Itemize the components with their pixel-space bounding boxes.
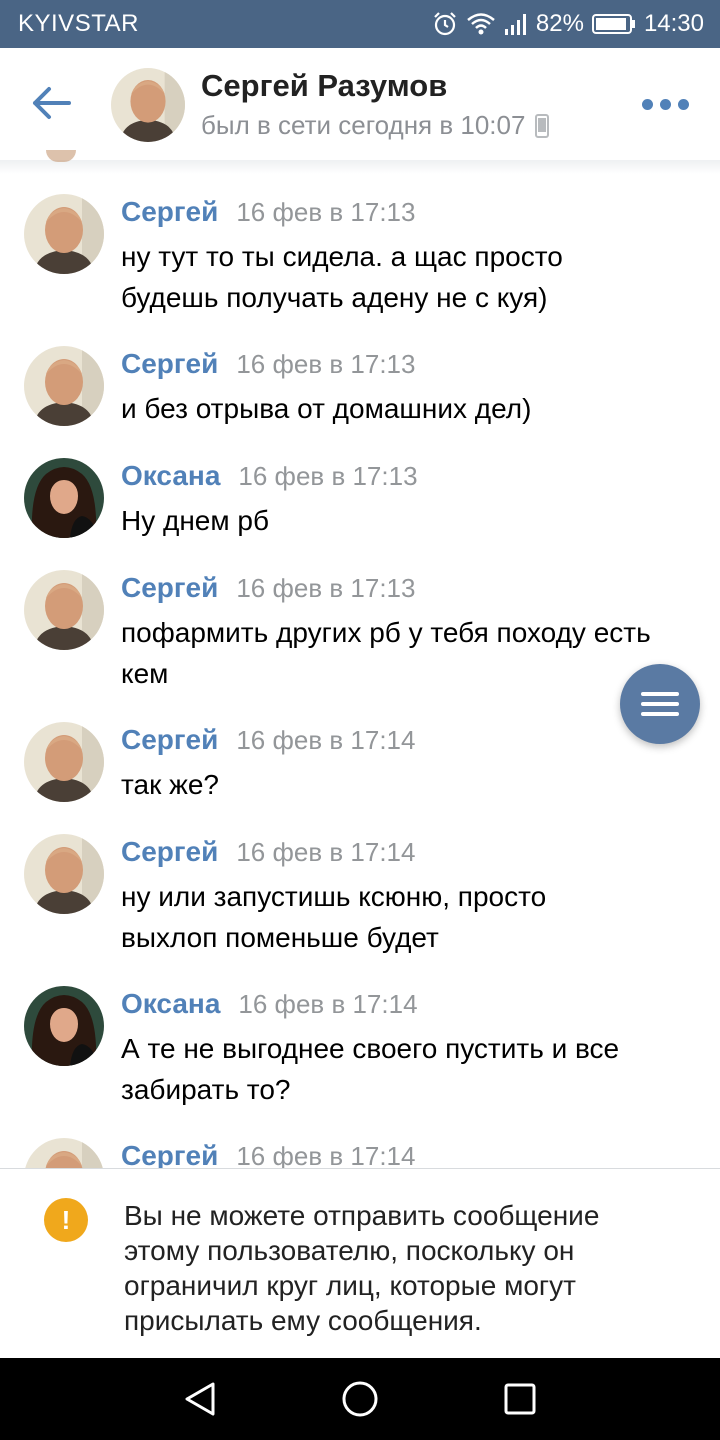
message-meta: Оксана 16 фев в 17:13 — [121, 460, 418, 492]
sergey-avatar[interactable] — [24, 346, 104, 426]
message-author[interactable]: Сергей — [121, 724, 218, 756]
message-text: Ну днем рб — [121, 500, 701, 541]
status-bar: KYIVSTAR 82% 14:30 — [0, 0, 720, 48]
hamburger-icon-line — [641, 702, 679, 706]
message-author[interactable]: Оксана — [121, 988, 220, 1020]
message-author[interactable]: Оксана — [121, 460, 220, 492]
last-seen-text: был в сети сегодня в 10:07 — [201, 110, 526, 140]
message-line: так же? — [121, 769, 219, 800]
notice-line: этому пользователю, поскольку он — [124, 1235, 575, 1266]
contact-name: Сергей Разумов — [201, 68, 448, 103]
message-line: кем — [121, 658, 169, 689]
hamburger-icon-line — [641, 692, 679, 696]
message-author[interactable]: Сергей — [121, 196, 218, 228]
nav-recents-button[interactable] — [500, 1379, 540, 1419]
message-line: и без отрыва от домашних дел) — [121, 393, 532, 424]
message-time: 16 фев в 17:13 — [236, 197, 416, 227]
oksana-avatar[interactable] — [24, 458, 104, 538]
message-time: 16 фев в 17:13 — [236, 349, 416, 379]
message-list[interactable]: Сергей 16 фев в 17:13 ну тут то ты сидел… — [0, 174, 720, 1168]
sergey-avatar[interactable] — [24, 194, 104, 274]
header-shadow — [0, 160, 720, 174]
notice-line: ограничил круг лиц, которые могут — [124, 1270, 576, 1301]
message-line: Ну днем рб — [121, 505, 270, 536]
cannot-send-notice: ! Вы не можете отправить сообщение этому… — [0, 1168, 720, 1358]
menu-fab-button[interactable] — [620, 664, 700, 744]
nav-home-button[interactable] — [340, 1379, 380, 1419]
message-meta: Сергей 16 фев в 17:13 — [121, 572, 415, 604]
message-text: ну тут то ты сидела. а щас просто будешь… — [121, 236, 701, 318]
oksana-avatar[interactable] — [24, 986, 104, 1066]
message-line: ну тут то ты сидела. а щас просто — [121, 241, 563, 272]
message-text: так же? — [121, 764, 701, 805]
more-dot — [659, 98, 671, 110]
message-author[interactable]: Сергей — [121, 572, 218, 604]
message-meta: Сергей 16 фев в 17:14 — [121, 836, 415, 868]
carrier-label: KYIVSTAR — [18, 10, 139, 37]
nav-back-button[interactable] — [180, 1379, 220, 1419]
message-text: А те не выгоднее своего пустить и все за… — [121, 1028, 701, 1110]
warning-icon: ! — [44, 1198, 88, 1242]
back-button[interactable] — [26, 80, 76, 126]
status-indicators: 82% 14:30 — [432, 8, 704, 40]
battery-percent: 82% — [535, 10, 584, 37]
chat-header: Сергей Разумов был в сети сегодня в 10:0… — [0, 48, 720, 160]
message-time: 16 фев в 17:13 — [238, 461, 418, 491]
sergey-avatar[interactable] — [24, 570, 104, 650]
home-circle-icon — [342, 1381, 378, 1417]
notice-text: Вы не можете отправить сообщение этому п… — [124, 1198, 684, 1338]
message-line: выхлоп поменьше будет — [121, 922, 439, 953]
message-text: и без отрыва от домашних дел) — [121, 388, 701, 429]
message-meta: Сергей 16 фев в 17:13 — [121, 196, 415, 228]
sergey-avatar[interactable] — [24, 834, 104, 914]
contact-online-status: был в сети сегодня в 10:07 — [201, 110, 550, 141]
message-meta: Сергей 16 фев в 17:14 — [121, 1140, 415, 1168]
more-dot — [641, 98, 653, 110]
sergey-avatar[interactable] — [24, 1138, 104, 1168]
notice-line: присылать ему сообщения. — [124, 1305, 482, 1336]
message-text: пофармить других рб у тебя походу есть к… — [121, 612, 701, 694]
more-dot — [677, 98, 689, 110]
alarm-icon — [432, 11, 458, 37]
message-line: А те не выгоднее своего пустить и все — [121, 1033, 620, 1064]
message-line: пофармить других рб у тебя походу есть — [121, 617, 651, 648]
signal-icon — [504, 12, 528, 36]
hamburger-icon-line — [641, 712, 679, 716]
message-time: 16 фев в 17:14 — [236, 1141, 416, 1168]
sergey-avatar[interactable] — [24, 722, 104, 802]
message-meta: Оксана 16 фев в 17:14 — [121, 988, 418, 1020]
contact-avatar[interactable] — [111, 68, 185, 142]
system-nav-bar — [0, 1358, 720, 1440]
message-text: ну или запустишь ксюню, просто выхлоп по… — [121, 876, 701, 958]
back-triangle-icon — [185, 1382, 215, 1416]
message-author[interactable]: Сергей — [121, 1140, 218, 1168]
message-time: 16 фев в 17:13 — [236, 573, 416, 603]
message-author[interactable]: Сергей — [121, 348, 218, 380]
message-time: 16 фев в 17:14 — [238, 989, 418, 1019]
message-line: будешь получать адену не с куя) — [121, 282, 548, 313]
clock: 14:30 — [643, 10, 704, 37]
battery-icon — [591, 13, 636, 35]
wifi-icon — [466, 11, 496, 37]
message-line: забирать то? — [121, 1074, 291, 1105]
notice-line: Вы не можете отправить сообщение — [124, 1200, 600, 1231]
recents-square-icon — [504, 1383, 536, 1415]
message-time: 16 фев в 17:14 — [236, 725, 416, 755]
message-time: 16 фев в 17:14 — [236, 837, 416, 867]
more-options-button[interactable] — [640, 92, 690, 116]
back-arrow-icon — [33, 87, 71, 119]
message-author[interactable]: Сергей — [121, 836, 218, 868]
mobile-device-icon — [535, 113, 550, 138]
message-meta: Сергей 16 фев в 17:14 — [121, 724, 415, 756]
message-line: ну или запустишь ксюню, просто — [121, 881, 547, 912]
message-meta: Сергей 16 фев в 17:13 — [121, 348, 415, 380]
